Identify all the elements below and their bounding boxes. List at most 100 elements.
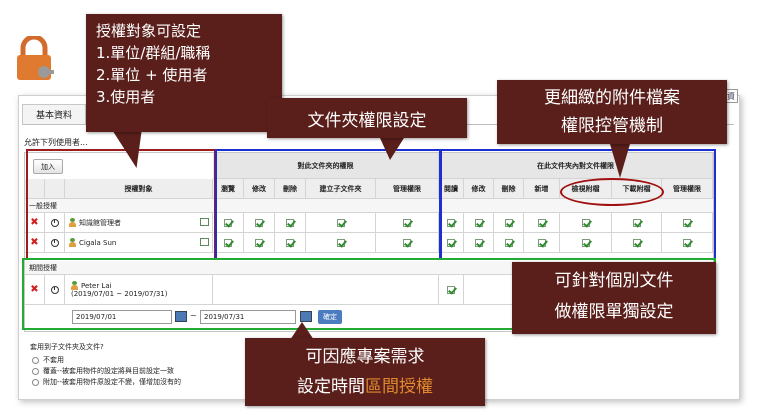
user-icon (69, 218, 76, 227)
callout-tail (380, 138, 404, 160)
delete-icon[interactable]: ✖ (25, 213, 45, 233)
checkbox[interactable] (560, 213, 612, 233)
checkbox[interactable] (213, 233, 244, 253)
col-header-doc-download-attach: 下載附檔 (612, 179, 662, 199)
checkbox[interactable] (275, 233, 306, 253)
checkbox[interactable] (662, 213, 713, 233)
group-header-docs: 在此文件夾內對文件權限 (439, 153, 713, 179)
user-icon (71, 281, 78, 290)
col-header-folder-delete: 刪除 (275, 179, 306, 199)
date-to-input[interactable]: 2019/07/31 (200, 310, 296, 324)
callout-line: 可因應專案需求 (305, 347, 425, 367)
stage: 基本資料 資 允許下列使用者... 加入 對此文件夾的權限 在此文件夾內對文件權… (0, 0, 762, 415)
delete-icon[interactable]: ✖ (25, 233, 45, 253)
checkbox[interactable] (439, 275, 464, 305)
user-cell: 知識館管理者 (65, 213, 213, 233)
period-range: (2019/07/01 ~ 2019/07/31) (71, 290, 168, 298)
apply-question: 套用到子文件夾及文件? (30, 343, 104, 351)
checkbox[interactable] (439, 213, 464, 233)
col-header-blank1 (25, 179, 45, 199)
calendar-icon[interactable] (300, 311, 312, 322)
col-header-doc-add: 新增 (524, 179, 560, 199)
checkbox[interactable] (612, 213, 662, 233)
allow-users-label: 允許下列使用者... (24, 138, 88, 147)
checkbox[interactable] (244, 233, 275, 253)
confirm-button[interactable]: 確定 (318, 310, 342, 324)
clock-icon[interactable] (45, 213, 65, 233)
user-cell: Cigala Sun (65, 233, 213, 253)
user-name: 知識館管理者 (79, 218, 121, 227)
user-name: Cigala Sun (79, 238, 117, 247)
callout-attachment-control: 更細緻的附件檔案 權限控管機制 (497, 80, 727, 144)
col-header-blank2 (45, 179, 65, 199)
checkbox[interactable] (662, 233, 713, 253)
radio-option-append[interactable]: 附加--被套用物件原設定不變，僅增加沒有的 (32, 377, 181, 387)
col-header-target: 授權對象 (65, 179, 213, 199)
col-header-doc-edit: 修改 (464, 179, 494, 199)
checkbox[interactable] (560, 233, 612, 253)
checkbox[interactable] (213, 213, 244, 233)
col-header-folder-manage: 管理權限 (376, 179, 439, 199)
calendar-icon[interactable] (175, 311, 187, 322)
date-from-input[interactable]: 2019/07/01 (72, 310, 172, 324)
callout-line: 更細緻的附件檔案 (544, 88, 680, 108)
col-header-doc-view-attach: 檢視附檔 (560, 179, 612, 199)
radio-option-none[interactable]: 不套用 (32, 355, 64, 365)
callout-line: 3.使用者 (96, 88, 156, 106)
col-header-doc-delete: 刪除 (494, 179, 524, 199)
checkbox[interactable] (494, 233, 524, 253)
period-folder-cells (213, 275, 439, 305)
user-icon (69, 238, 76, 247)
checkbox[interactable] (275, 213, 306, 233)
callout-accent-text: 區間授權 (365, 377, 433, 397)
radio-option-overwrite[interactable]: 覆蓋--被套用物件的設定將與目前設定一致 (32, 366, 174, 376)
period-user-cell: Peter Lai (2019/07/01 ~ 2019/07/31) (65, 275, 213, 305)
checkbox[interactable] (376, 213, 439, 233)
col-header-doc-manage: 管理權限 (662, 179, 713, 199)
checkbox[interactable] (376, 233, 439, 253)
radio-icon[interactable] (32, 356, 39, 364)
delete-icon[interactable]: ✖ (25, 275, 45, 305)
col-header-folder-create: 建立子文件夾 (306, 179, 376, 199)
edit-icon[interactable] (200, 238, 209, 246)
radio-label: 覆蓋--被套用物件的設定將與目前設定一致 (43, 367, 175, 375)
callout-line: 做權限單獨設定 (554, 302, 674, 322)
checkbox[interactable] (244, 213, 275, 233)
checkbox[interactable] (524, 213, 560, 233)
callout-line: 設定時間區間授權 (255, 372, 475, 402)
callout-line: 授權對象可設定 (96, 22, 202, 40)
col-header-doc-read: 閱讀 (439, 179, 464, 199)
add-button[interactable]: 加入 (33, 159, 63, 174)
range-tilde: ~ (190, 311, 197, 320)
callout-tail (610, 144, 630, 178)
lock-key-icon (17, 36, 54, 80)
checkbox[interactable] (612, 233, 662, 253)
checkbox[interactable] (464, 233, 494, 253)
col-header-folder-view: 瀏覽 (213, 179, 244, 199)
group-header-folder: 對此文件夾的權限 (213, 153, 439, 179)
clock-icon[interactable] (45, 275, 65, 305)
checkbox[interactable] (494, 213, 524, 233)
radio-icon[interactable] (32, 367, 39, 375)
callout-line: 1.單位/群組/職稱 (96, 44, 211, 62)
checkbox[interactable] (439, 233, 464, 253)
callout-line: 可針對個別文件 (554, 271, 674, 291)
callout-line: 2.單位 + 使用者 (96, 66, 208, 84)
section-general: 一般授權 (25, 199, 713, 213)
radio-icon[interactable] (32, 378, 39, 386)
tab-basic-info[interactable]: 基本資料 (22, 104, 86, 124)
callout-line: 權限控管機制 (561, 116, 663, 136)
edit-icon[interactable] (200, 218, 209, 226)
callout-target-options: 授權對象可設定 1.單位/群組/職稱 2.單位 + 使用者 3.使用者 (86, 14, 282, 132)
period-user-name: Peter Lai (81, 281, 112, 290)
callout-folder-permissions: 文件夾權限設定 (267, 98, 467, 138)
callout-period-grant: 可因應專案需求 設定時間區間授權 (245, 338, 485, 406)
clock-icon[interactable] (45, 233, 65, 253)
checkbox[interactable] (306, 233, 376, 253)
checkbox[interactable] (306, 213, 376, 233)
checkbox[interactable] (464, 213, 494, 233)
callout-per-document: 可針對個別文件 做權限單獨設定 (512, 262, 716, 334)
callout-text: 設定時間 (297, 377, 365, 397)
radio-label: 附加--被套用物件原設定不變，僅增加沒有的 (43, 378, 182, 386)
checkbox[interactable] (524, 233, 560, 253)
